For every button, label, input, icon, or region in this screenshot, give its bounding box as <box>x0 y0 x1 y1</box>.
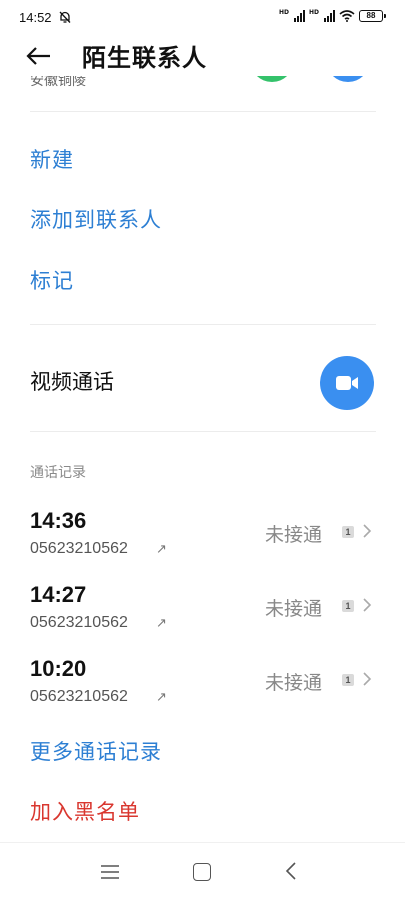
sim-badge: 1 <box>342 600 354 612</box>
more-call-records-link[interactable]: 更多通话记录 <box>30 736 162 766</box>
nav-back-icon[interactable] <box>285 861 297 881</box>
hd-icon: HD <box>278 9 289 16</box>
call-time: 14:27 <box>30 582 87 607</box>
status-bar: 14:52 HD HD 88 <box>0 0 405 36</box>
call-status: 未接通 <box>265 598 323 620</box>
call-record[interactable]: 10:20 05623210562 ↗ 未接通 1 <box>0 656 405 720</box>
signal-icon <box>324 10 335 22</box>
mark-link[interactable]: 标记 <box>30 265 74 295</box>
call-status: 未接通 <box>265 524 323 546</box>
add-to-contacts-link[interactable]: 添加到联系人 <box>30 204 162 234</box>
chevron-right-icon <box>363 598 372 612</box>
wifi-icon <box>339 10 355 22</box>
sim-badge: 1 <box>342 526 354 538</box>
divider <box>30 431 376 432</box>
chevron-right-icon <box>363 524 372 538</box>
new-contact-link[interactable]: 新建 <box>30 144 74 174</box>
video-call-button[interactable] <box>320 356 374 410</box>
page-title: 陌生联系人 <box>82 44 207 72</box>
home-icon[interactable] <box>193 863 211 881</box>
system-nav-bar <box>0 842 405 901</box>
status-time: 14:52 <box>19 10 52 25</box>
outgoing-arrow-icon: ↗ <box>156 616 167 631</box>
call-number: 05623210562 <box>30 688 128 705</box>
call-record[interactable]: 14:36 05623210562 ↗ 未接通 1 <box>0 508 405 572</box>
header: 陌生联系人 <box>0 36 405 76</box>
add-to-blacklist-link[interactable]: 加入黑名单 <box>30 796 140 826</box>
call-number: 05623210562 <box>30 614 128 631</box>
menu-icon[interactable] <box>100 863 120 881</box>
battery-icon: 88 <box>359 10 386 22</box>
hd-icon: HD <box>308 9 319 16</box>
call-number: 05623210562 <box>30 540 128 557</box>
call-log-title: 通话记录 <box>30 465 86 481</box>
signal-icon <box>293 10 305 22</box>
location-text: 安徽铜陵 <box>30 76 86 89</box>
sim-badge: 1 <box>342 674 354 686</box>
status-indicators: HD HD 88 <box>278 9 386 22</box>
video-camera-icon <box>336 376 358 390</box>
divider <box>30 111 376 112</box>
location-row: 安徽铜陵 <box>0 76 405 92</box>
divider <box>30 324 376 325</box>
call-time: 14:36 <box>30 508 87 533</box>
bell-off-icon <box>59 11 71 23</box>
call-record[interactable]: 14:27 05623210562 ↗ 未接通 1 <box>0 582 405 646</box>
outgoing-arrow-icon: ↗ <box>156 542 167 557</box>
call-time: 10:20 <box>30 656 87 681</box>
video-call-label: 视频通话 <box>30 370 114 394</box>
back-arrow-icon[interactable] <box>24 44 54 68</box>
outgoing-arrow-icon: ↗ <box>156 690 167 705</box>
message-button[interactable] <box>326 76 370 82</box>
call-status: 未接通 <box>265 672 323 694</box>
chevron-right-icon <box>363 672 372 686</box>
call-button[interactable] <box>250 76 294 82</box>
